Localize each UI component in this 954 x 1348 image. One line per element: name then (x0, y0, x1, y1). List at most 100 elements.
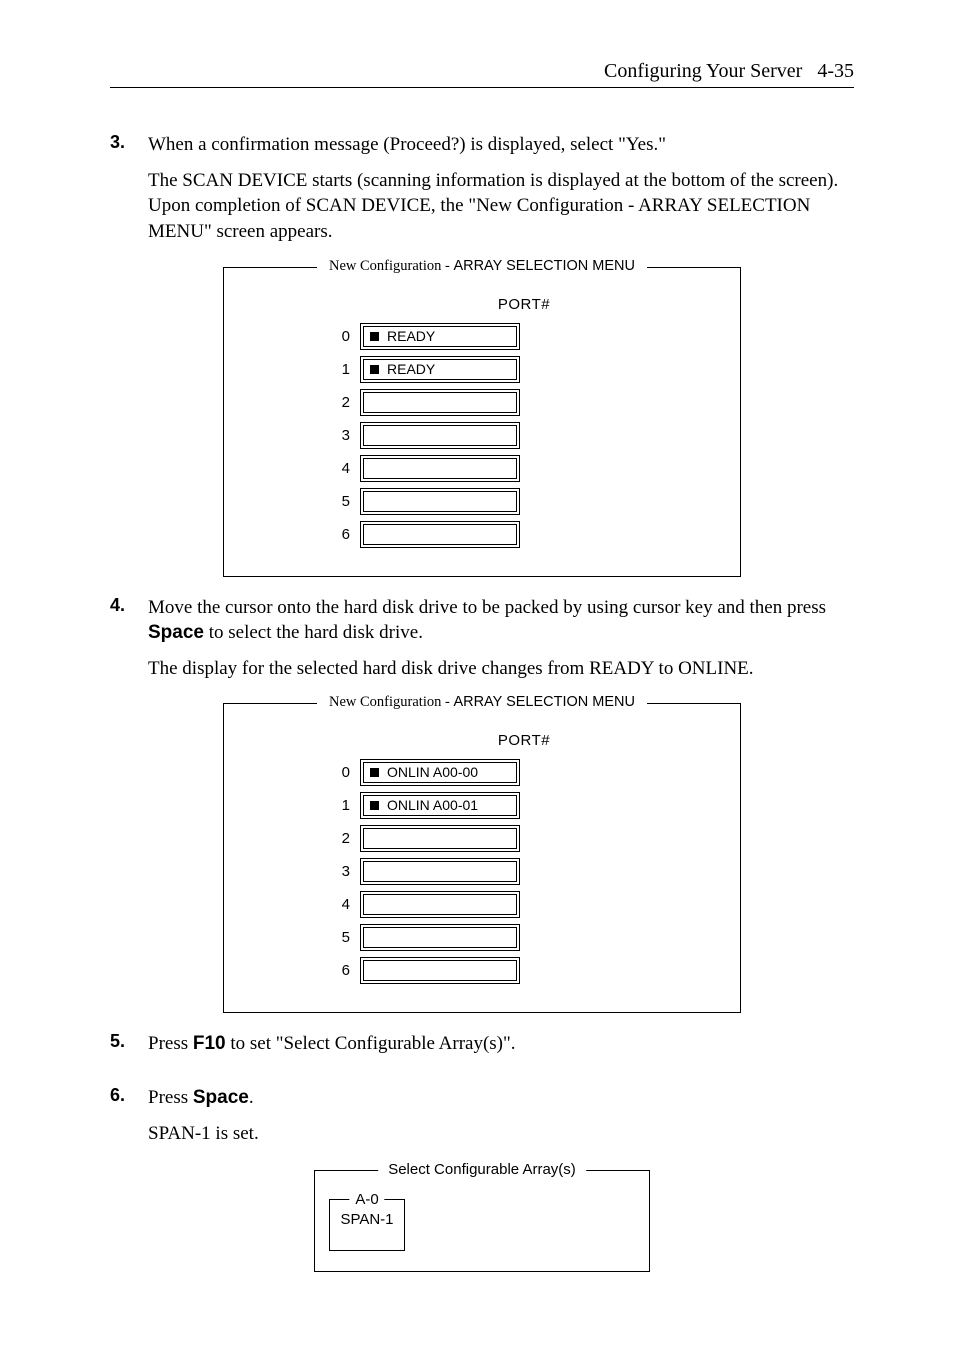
f10-key-label: F10 (193, 1033, 226, 1054)
step-body: Press F10 to set "Select Configurable Ar… (148, 1031, 854, 1067)
step-number: 5. (110, 1031, 148, 1067)
sca-inner-frame: A-0 SPAN-1 (329, 1199, 405, 1251)
port-cell-inner: READY (363, 359, 517, 380)
port-cell-inner (363, 425, 517, 446)
port-cell: ONLIN A00-01 (360, 792, 520, 819)
port-row: 3 (274, 422, 690, 449)
step-body: Move the cursor onto the hard disk drive… (148, 595, 854, 692)
step-number: 4. (110, 595, 148, 692)
figure-select-configurable-arrays: Select Configurable Array(s) A-0 SPAN-1 (110, 1170, 854, 1272)
port-index: 4 (274, 460, 360, 477)
port-cell-inner (363, 524, 517, 545)
page-header: Configuring Your Server 4-35 (110, 60, 854, 83)
step-6-p1b: . (249, 1087, 254, 1108)
step-5-p1: Press F10 to set "Select Configurable Ar… (148, 1031, 854, 1057)
port-index: 1 (274, 797, 360, 814)
port-row: 0 ONLIN A00-00 (274, 759, 690, 786)
port-status-label: READY (387, 327, 435, 346)
port-cell: READY (360, 323, 520, 350)
port-index: 2 (274, 830, 360, 847)
port-index: 3 (274, 863, 360, 880)
step-4: 4. Move the cursor onto the hard disk dr… (110, 595, 854, 692)
step-6-p2: SPAN-1 is set. (148, 1121, 854, 1147)
step-5-p1b: to set "Select Configurable Array(s)". (226, 1033, 516, 1054)
port-rows: 0ONLIN A00-001ONLIN A00-0123456 (274, 759, 690, 984)
port-cell-inner: READY (363, 326, 517, 347)
port-index: 2 (274, 394, 360, 411)
port-row: 1ONLIN A00-01 (274, 792, 690, 819)
step-number: 6. (110, 1085, 148, 1156)
port-cell (360, 825, 520, 852)
port-status-label: ONLIN A00-00 (387, 763, 478, 782)
port-row: 6 (274, 957, 690, 984)
step-3-p1: When a confirmation message (Proceed?) i… (148, 132, 854, 158)
figure-title-a: New Configuration - (329, 694, 453, 710)
figure-title-b: ARRAY SELECTION MENU (453, 694, 635, 710)
sca-inner-value: SPAN-1 (340, 1211, 393, 1228)
port-cell (360, 891, 520, 918)
port-cell-inner (363, 458, 517, 479)
port-cell-inner: ONLIN A00-00 (363, 762, 517, 783)
status-square-icon (370, 768, 379, 777)
step-3: 3. When a confirmation message (Proceed?… (110, 132, 854, 255)
port-row: 5 (274, 924, 690, 951)
figure-title-a: New Configuration - (329, 258, 453, 274)
port-cell-inner (363, 861, 517, 882)
step-number: 3. (110, 132, 148, 255)
figure-title: New Configuration - ARRAY SELECTION MENU (317, 258, 647, 275)
step-5: 5. Press F10 to set "Select Configurable… (110, 1031, 854, 1067)
step-4-p2: The display for the selected hard disk d… (148, 656, 854, 682)
port-row: 3 (274, 858, 690, 885)
port-row: 2 (274, 825, 690, 852)
step-body: Press Space. SPAN-1 is set. (148, 1085, 854, 1156)
header-rule (110, 87, 854, 88)
step-6-p1a: Press (148, 1087, 193, 1108)
port-column-header: PORT# (358, 732, 690, 749)
port-index: 5 (274, 929, 360, 946)
port-row: 2 (274, 389, 690, 416)
step-6-p1: Press Space. (148, 1085, 854, 1111)
status-square-icon (370, 801, 379, 810)
port-row: 1 READY (274, 356, 690, 383)
header-title: Configuring Your Server (604, 60, 802, 82)
port-cell (360, 521, 520, 548)
step-4-p1: Move the cursor onto the hard disk drive… (148, 595, 854, 646)
port-cell: READY (360, 356, 520, 383)
port-rows: 0READY 1 READY 2 3 4 5 6 (274, 323, 690, 548)
port-cell-inner (363, 828, 517, 849)
port-index: 5 (274, 493, 360, 510)
port-index: 6 (274, 962, 360, 979)
port-cell-inner (363, 894, 517, 915)
port-cell-inner (363, 960, 517, 981)
sca-outer-frame: Select Configurable Array(s) A-0 SPAN-1 (314, 1170, 650, 1272)
port-row: 4 (274, 891, 690, 918)
figure-title-b: ARRAY SELECTION MENU (453, 258, 635, 274)
port-column-header: PORT# (358, 296, 690, 313)
sca-inner-label: A-0 (349, 1190, 384, 1210)
port-index: 0 (274, 764, 360, 781)
port-cell (360, 957, 520, 984)
port-index: 6 (274, 526, 360, 543)
status-square-icon (370, 365, 379, 374)
figure-frame: New Configuration - ARRAY SELECTION MENU… (223, 703, 741, 1013)
step-5-p1a: Press (148, 1033, 193, 1054)
figure-frame: New Configuration - ARRAY SELECTION MENU… (223, 267, 741, 577)
figure-array-menu-online: New Configuration - ARRAY SELECTION MENU… (110, 703, 854, 1013)
figure-title: New Configuration - ARRAY SELECTION MENU (317, 694, 647, 711)
port-index: 1 (274, 361, 360, 378)
port-cell (360, 389, 520, 416)
space-key-label: Space (193, 1087, 249, 1108)
page: Configuring Your Server 4-35 3. When a c… (0, 0, 954, 1332)
port-cell (360, 924, 520, 951)
step-4-p1a: Move the cursor onto the hard disk drive… (148, 597, 826, 618)
port-cell-inner (363, 491, 517, 512)
figure-array-menu-ready: New Configuration - ARRAY SELECTION MENU… (110, 267, 854, 577)
port-cell-inner (363, 927, 517, 948)
space-key-label: Space (148, 622, 204, 643)
port-cell (360, 858, 520, 885)
port-cell (360, 422, 520, 449)
port-row: 0READY (274, 323, 690, 350)
port-cell (360, 455, 520, 482)
port-index: 3 (274, 427, 360, 444)
port-status-label: READY (387, 360, 435, 379)
